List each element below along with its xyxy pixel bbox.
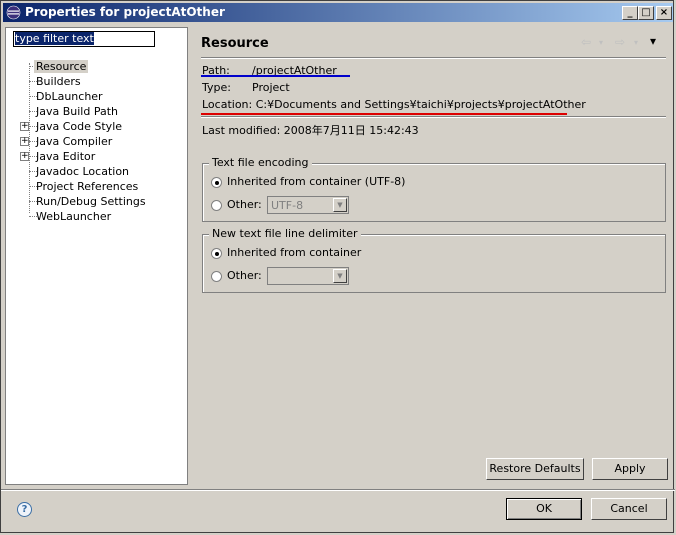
encoding-inherited-radio[interactable] [211, 177, 222, 188]
forward-history-icon[interactable]: ▾ [634, 38, 638, 47]
delimiter-inherited-radio[interactable] [211, 248, 222, 259]
header-separator [201, 57, 666, 59]
help-icon[interactable]: ? [17, 502, 32, 517]
tree-item-label: Java Build Path [36, 105, 119, 118]
back-history-icon[interactable]: ▾ [599, 38, 603, 47]
expand-icon[interactable]: + [20, 122, 29, 131]
tree-item-label: Java Editor [36, 150, 96, 163]
tree-item-label: Javadoc Location [36, 165, 130, 178]
page-header: Resource ⇦ ▾ ⇨ ▾ ▾ [191, 27, 673, 57]
tree-item-label: DbLauncher [36, 90, 103, 103]
tree-item[interactable]: Project References [34, 179, 140, 194]
text-encoding-title: Text file encoding [209, 156, 312, 169]
type-value: Project [252, 81, 290, 94]
encoding-other-label[interactable]: Other: [227, 198, 262, 211]
delimiter-inherited-label[interactable]: Inherited from container [227, 246, 361, 259]
type-row: Type: Project [202, 81, 290, 94]
back-arrow-icon[interactable]: ⇦ [581, 35, 591, 49]
navigation-pane: type filter text Resource Builders DbLaunc… [5, 27, 188, 485]
type-label: Type: [202, 81, 231, 94]
delimiter-other-radio[interactable] [211, 271, 222, 282]
tree-lines [29, 63, 30, 213]
tree-item-label: Run/Debug Settings [36, 195, 146, 208]
chevron-down-icon[interactable]: ▼ [333, 198, 347, 212]
encoding-combo-value: UTF-8 [271, 199, 304, 212]
tree-item-label: Project References [36, 180, 139, 193]
delimiter-combo[interactable]: ▼ [267, 267, 349, 285]
location-value: C:¥Documents and Settings¥taichi¥project… [255, 98, 586, 111]
tree-item[interactable]: Java Compiler [34, 134, 114, 149]
location-label: Location: [202, 98, 253, 111]
filter-text: type filter text [15, 32, 94, 45]
tree-item-label: WebLauncher [36, 210, 112, 223]
window-title: Properties for projectAtOther [25, 5, 225, 19]
title-bar[interactable]: Properties for projectAtOther _ □ × [3, 3, 673, 22]
expand-icon[interactable]: + [20, 152, 29, 161]
location-underline [201, 113, 567, 115]
tree-item[interactable]: Resource [34, 59, 89, 74]
footer-separator [1, 489, 675, 491]
tree-item[interactable]: DbLauncher [34, 89, 105, 104]
last-modified-value: 2008年7月11日 15:42:43 [283, 124, 419, 137]
tree-item[interactable]: Builders [34, 74, 83, 89]
close-button[interactable]: × [656, 6, 672, 20]
encoding-other-radio[interactable] [211, 200, 222, 211]
filter-input[interactable]: type filter text [13, 31, 155, 47]
last-modified-label: Last modified: [202, 124, 281, 137]
properties-dialog: Properties for projectAtOther _ □ × type… [0, 0, 675, 533]
text-encoding-group: Text file encoding Inherited from contai… [202, 156, 666, 222]
tree-item[interactable]: Run/Debug Settings [34, 194, 148, 209]
location-row: Location: C:¥Documents and Settings¥taic… [202, 98, 586, 111]
view-menu-icon[interactable]: ▾ [650, 34, 656, 48]
tree-item[interactable]: Java Build Path [34, 104, 120, 119]
cancel-button[interactable]: Cancel [591, 498, 667, 520]
maximize-button[interactable]: □ [638, 6, 654, 20]
tree-item-label: Builders [36, 75, 81, 88]
tree-item-label: Resource [34, 60, 89, 73]
minimize-button[interactable]: _ [622, 6, 638, 20]
delimiter-other-label[interactable]: Other: [227, 269, 262, 282]
expand-icon[interactable]: + [20, 137, 29, 146]
line-delimiter-title: New text file line delimiter [209, 227, 361, 240]
tree-item-label: Java Compiler [36, 135, 113, 148]
tree-item[interactable]: Java Editor [34, 149, 97, 164]
forward-arrow-icon[interactable]: ⇨ [615, 35, 625, 49]
info-separator [201, 116, 666, 118]
apply-button[interactable]: Apply [592, 458, 668, 480]
last-modified-row: Last modified: 2008年7月11日 15:42:43 [202, 122, 419, 138]
tree-item[interactable]: Javadoc Location [34, 164, 131, 179]
tree-item[interactable]: Java Code Style [34, 119, 124, 134]
line-delimiter-group: New text file line delimiter Inherited f… [202, 227, 666, 293]
encoding-inherited-label[interactable]: Inherited from container (UTF-8) [227, 175, 405, 188]
tree-item-label: Java Code Style [36, 120, 123, 133]
ok-button[interactable]: OK [506, 498, 582, 520]
encoding-combo[interactable]: UTF-8 ▼ [267, 196, 349, 214]
tree-item[interactable]: WebLauncher [34, 209, 113, 224]
chevron-down-icon[interactable]: ▼ [333, 269, 347, 283]
restore-defaults-button[interactable]: Restore Defaults [486, 458, 584, 480]
path-underline [201, 75, 350, 77]
property-page: Resource ⇦ ▾ ⇨ ▾ ▾ Path:/projectAtOther … [191, 27, 673, 485]
eclipse-icon [6, 5, 21, 20]
page-title: Resource [201, 36, 269, 51]
